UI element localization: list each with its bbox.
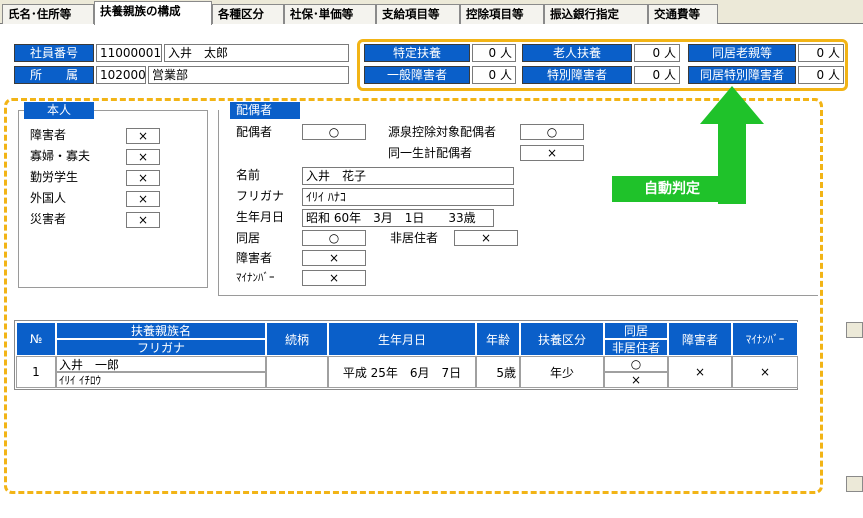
row1-dob[interactable]: 平成 25年 6月 7日 xyxy=(328,356,476,388)
honnin-gaikoku-value[interactable]: × xyxy=(126,191,160,207)
tab-payments[interactable]: 支給項目等 xyxy=(376,4,460,24)
emp-name-field: 入井 太郎 xyxy=(164,44,349,62)
spouse-shogai-label: 障害者 xyxy=(236,251,273,265)
th-name: 扶養親族名 xyxy=(56,322,266,339)
tab-name-address[interactable]: 氏名･住所等 xyxy=(2,4,94,24)
honnin-gakusei-label: 勤労学生 xyxy=(30,170,79,184)
th-kana: フリガナ xyxy=(56,339,266,356)
tab-dependents[interactable]: 扶養親族の構成 xyxy=(94,1,212,25)
dept-name-field: 営業部 xyxy=(148,66,349,84)
gensen-value[interactable]: ○ xyxy=(520,124,584,140)
auto-judge-label: 自動判定 xyxy=(612,176,732,202)
th-kubun: 扶養区分 xyxy=(520,322,604,356)
honnin-kafu-value[interactable]: × xyxy=(126,149,160,165)
honnin-shogai-value[interactable]: × xyxy=(126,128,160,144)
spouse-name-label: 名前 xyxy=(236,168,261,182)
honnin-gaikoku-label: 外国人 xyxy=(30,191,67,205)
th-shogai: 障害者 xyxy=(668,322,732,356)
row1-hikyoju[interactable]: × xyxy=(604,372,668,388)
spouse-doukyo-value[interactable]: ○ xyxy=(302,230,366,246)
th-no: № xyxy=(16,322,56,356)
th-age: 年齢 xyxy=(476,322,520,356)
th-rel: 続柄 xyxy=(266,322,328,356)
row1-shogai[interactable]: × xyxy=(668,356,732,388)
th-hikyoju: 非居住者 xyxy=(604,339,668,356)
spouse-kana-label: フリガナ xyxy=(236,189,285,203)
row1-doukyo[interactable]: ○ xyxy=(604,356,668,372)
seikei-label: 同一生計配偶者 xyxy=(388,146,473,160)
tab-categories[interactable]: 各種区分 xyxy=(212,4,284,24)
honnin-gakusei-value[interactable]: × xyxy=(126,170,160,186)
seikei-value[interactable]: × xyxy=(520,145,584,161)
row1-no: 1 xyxy=(16,356,56,388)
spouse-mynumber-label: ﾏｲﾅﾝﾊﾞｰ xyxy=(236,271,275,284)
row1-rel[interactable] xyxy=(266,356,328,388)
tab-commute[interactable]: 交通費等 xyxy=(648,4,718,24)
row1-name[interactable]: 入井 一郎 xyxy=(56,356,266,372)
tab-bank[interactable]: 振込銀行指定 xyxy=(544,4,648,24)
spouse-doukyo-label: 同居 xyxy=(236,231,261,245)
spouse-dob-field[interactable]: 昭和 60年 3月 1日 33歳 xyxy=(302,209,494,227)
gensen-label: 源泉控除対象配偶者 xyxy=(388,125,497,139)
honnin-title: 本人 xyxy=(24,102,94,119)
spouse-name-field[interactable]: 入井 花子 xyxy=(302,167,514,185)
spouse-hikyoju-label: 非居住者 xyxy=(390,231,439,245)
th-mynumber: ﾏｲﾅﾝﾊﾞｰ xyxy=(732,322,798,356)
spouse-mynumber-value[interactable]: × xyxy=(302,270,366,286)
emp-no-field[interactable]: 11000001 xyxy=(96,44,162,62)
honnin-saigai-label: 災害者 xyxy=(30,212,67,226)
row1-age: 5歳 xyxy=(476,356,520,388)
tab-bar: 氏名･住所等 扶養親族の構成 各種区分 社保･単価等 支給項目等 控除項目等 振… xyxy=(0,0,863,25)
tab-insurance[interactable]: 社保･単価等 xyxy=(284,4,376,24)
spouse-kana-field[interactable]: ｲﾘｲ ﾊﾅｺ xyxy=(302,188,514,206)
spouse-shogai-value[interactable]: × xyxy=(302,250,366,266)
spouse-dob-label: 生年月日 xyxy=(236,210,285,224)
row1-kana[interactable]: ｲﾘｲ ｲﾁﾛｳ xyxy=(56,372,266,388)
dept-label: 所 属 xyxy=(14,66,94,84)
honnin-shogai-label: 障害者 xyxy=(30,128,67,142)
tab-deductions[interactable]: 控除項目等 xyxy=(460,4,544,24)
spouse-title: 配偶者 xyxy=(230,102,300,119)
haigusha-value[interactable]: ○ xyxy=(302,124,366,140)
row1-kubun: 年少 xyxy=(520,356,604,388)
scroll-up-button[interactable] xyxy=(846,322,863,338)
th-doukyo: 同居 xyxy=(604,322,668,339)
honnin-kafu-label: 寡婦・寡夫 xyxy=(30,149,91,163)
honnin-saigai-value[interactable]: × xyxy=(126,212,160,228)
emp-no-label: 社員番号 xyxy=(14,44,94,62)
spouse-hikyoju-value[interactable]: × xyxy=(454,230,518,246)
scroll-down-button[interactable] xyxy=(846,476,863,492)
row1-mynumber[interactable]: × xyxy=(732,356,798,388)
th-dob: 生年月日 xyxy=(328,322,476,356)
dept-code-field: 102000 xyxy=(96,66,146,84)
counts-highlight xyxy=(357,39,848,91)
haigusha-label: 配偶者 xyxy=(236,125,273,139)
